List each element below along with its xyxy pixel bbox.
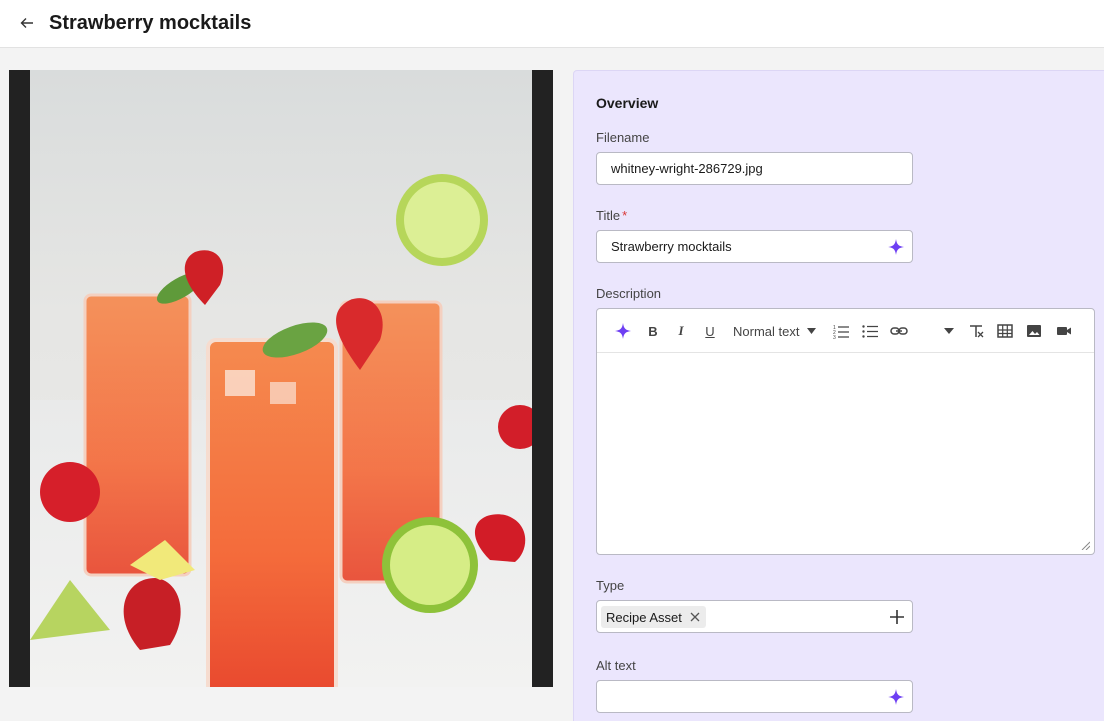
filename-value: whitney-wright-286729.jpg — [611, 161, 763, 176]
type-field[interactable]: Recipe Asset — [596, 600, 913, 633]
title-label-text: Title — [596, 208, 621, 223]
overview-heading: Overview — [596, 95, 659, 111]
caret-down-icon — [807, 328, 817, 334]
editor-toolbar: B I U Normal text 123 — [597, 309, 1094, 353]
asset-photo — [30, 70, 532, 687]
sparkle-icon[interactable] — [887, 688, 905, 706]
table-icon[interactable] — [997, 322, 1013, 340]
type-chip-label: Recipe Asset — [606, 609, 682, 625]
page-title: Strawberry mocktails — [49, 12, 252, 34]
details-panel: Overview Filename whitney-wright-286729.… — [573, 70, 1104, 721]
link-icon[interactable] — [890, 322, 908, 340]
sparkle-icon[interactable] — [887, 238, 905, 256]
type-chip: Recipe Asset — [601, 606, 706, 628]
title-label: Title * — [596, 208, 627, 223]
video-icon[interactable] — [1056, 322, 1072, 340]
format-select-value: Normal text — [733, 323, 800, 339]
alt-text-label: Alt text — [596, 658, 636, 673]
resize-handle-icon[interactable] — [1080, 540, 1090, 550]
filename-label: Filename — [596, 130, 650, 145]
image-preview — [9, 70, 553, 687]
ordered-list-icon[interactable]: 123 — [833, 322, 849, 340]
svg-text:3: 3 — [833, 335, 836, 340]
bullet-list-icon[interactable] — [862, 322, 878, 340]
title-field[interactable]: Strawberry mocktails — [596, 230, 913, 263]
close-icon[interactable] — [690, 612, 700, 622]
caret-down-icon[interactable] — [944, 322, 954, 340]
required-mark: * — [622, 208, 628, 223]
underline-button[interactable]: U — [703, 322, 717, 340]
clear-format-icon[interactable] — [968, 322, 984, 340]
top-bar: Strawberry mocktails — [0, 0, 1104, 48]
back-arrow-icon[interactable] — [18, 14, 36, 32]
description-label: Description — [596, 286, 662, 301]
italic-button[interactable]: I — [675, 322, 687, 340]
sparkle-icon[interactable] — [613, 322, 633, 340]
description-editor[interactable]: B I U Normal text 123 — [596, 308, 1095, 555]
plus-icon[interactable] — [890, 610, 904, 624]
title-value: Strawberry mocktails — [611, 239, 732, 254]
type-label: Type — [596, 578, 625, 593]
image-icon[interactable] — [1026, 322, 1042, 340]
format-select[interactable]: Normal text — [733, 322, 821, 340]
alt-text-field[interactable] — [596, 680, 913, 713]
filename-field[interactable]: whitney-wright-286729.jpg — [596, 152, 913, 185]
bold-button[interactable]: B — [646, 322, 660, 340]
